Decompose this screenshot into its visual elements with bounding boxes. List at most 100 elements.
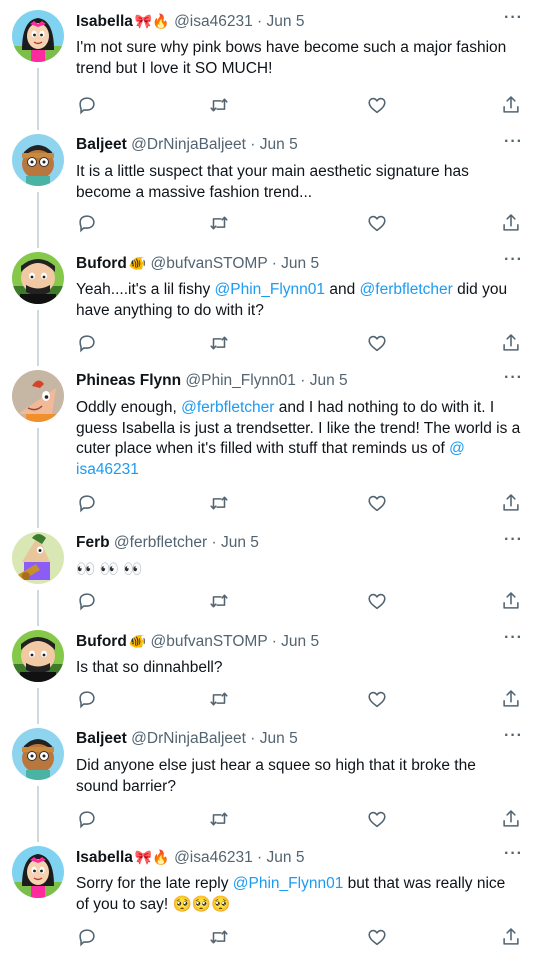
avatar[interactable] — [12, 846, 64, 898]
retweet-button[interactable] — [208, 94, 230, 116]
like-button[interactable] — [366, 926, 388, 948]
share-button[interactable] — [500, 94, 522, 116]
avatar[interactable] — [12, 370, 64, 422]
retweet-button[interactable] — [208, 492, 230, 514]
retweet-button[interactable] — [208, 332, 230, 354]
tweet[interactable]: Baljeet @DrNinjaBaljeet · Jun 5 ··· It is … — [0, 134, 537, 252]
like-button[interactable] — [366, 492, 388, 514]
reply-button[interactable] — [76, 808, 98, 830]
tweet[interactable]: Ferb @ferbfletcher · Jun 5 ··· 👀 👀 👀 — [0, 532, 537, 630]
tweet[interactable]: Phineas Flynn @Phin_Flynn01 · Jun 5 ··· Od… — [0, 370, 537, 532]
author-name[interactable]: Isabella — [76, 13, 133, 30]
text-segment: Oddly enough, — [76, 399, 182, 416]
tweet[interactable]: Isabella 🎀🔥 @isa46231 · Jun 5 ··· I'm not s… — [0, 10, 537, 134]
tweet-date[interactable]: Jun 5 — [281, 633, 319, 650]
author-name[interactable]: Buford — [76, 633, 127, 650]
author-handle[interactable]: @DrNinjaBaljeet — [131, 136, 246, 153]
share-button[interactable] — [500, 688, 522, 710]
more-options-icon[interactable]: ··· — [504, 728, 523, 744]
tweet[interactable]: Baljeet @DrNinjaBaljeet · Jun 5 ··· Did an… — [0, 728, 537, 846]
tweet-date[interactable]: Jun 5 — [310, 372, 348, 389]
author-handle[interactable]: @ferbfletcher — [114, 534, 207, 551]
retweet-icon — [208, 926, 230, 948]
reply-button[interactable] — [76, 212, 98, 234]
text-segment: Is that so dinnahbell? — [76, 659, 223, 676]
author-handle[interactable]: @bufvanSTOMP — [151, 633, 268, 650]
share-icon — [500, 212, 522, 234]
author-handle[interactable]: @bufvanSTOMP — [151, 255, 268, 272]
more-options-icon[interactable]: ··· — [504, 532, 523, 548]
author-handle[interactable]: @isa46231 — [174, 13, 253, 30]
more-options-icon[interactable]: ··· — [504, 252, 523, 268]
reply-button[interactable] — [76, 492, 98, 514]
share-button[interactable] — [500, 492, 522, 514]
tweet-date[interactable]: Jun 5 — [267, 849, 305, 866]
avatar[interactable] — [12, 10, 64, 62]
tweet-date[interactable]: Jun 5 — [221, 534, 259, 551]
reply-button[interactable] — [76, 94, 98, 116]
tweet-date[interactable]: Jun 5 — [281, 255, 319, 272]
author-name[interactable]: Buford — [76, 255, 127, 272]
reply-button[interactable] — [76, 590, 98, 612]
mention-link[interactable]: @ferbfletcher — [181, 399, 274, 416]
author-name[interactable]: Isabella — [76, 849, 133, 866]
tweet-text: Is that so dinnahbell? — [76, 658, 522, 679]
share-button[interactable] — [500, 926, 522, 948]
share-button[interactable] — [500, 212, 522, 234]
more-options-icon[interactable]: ··· — [504, 134, 523, 150]
avatar[interactable] — [12, 630, 64, 682]
retweet-button[interactable] — [208, 212, 230, 234]
author-handle[interactable]: @DrNinjaBaljeet — [131, 730, 246, 747]
mention-link[interactable]: @Phin_Flynn01 — [215, 281, 326, 298]
tweet[interactable]: Buford 🐠 @bufvanSTOMP · Jun 5 ··· Yeah....i… — [0, 252, 537, 370]
author-handle[interactable]: @Phin_Flynn01 — [185, 372, 296, 389]
more-options-icon[interactable]: ··· — [504, 846, 523, 862]
mention-link[interactable]: @Phin_Flynn01 — [233, 875, 344, 892]
thread-line — [37, 688, 39, 724]
share-button[interactable] — [500, 332, 522, 354]
author-name[interactable]: Phineas Flynn — [76, 372, 181, 389]
author-name[interactable]: Baljeet — [76, 730, 127, 747]
avatar[interactable] — [12, 252, 64, 304]
reply-button[interactable] — [76, 926, 98, 948]
more-options-icon[interactable]: ··· — [504, 630, 523, 646]
share-button[interactable] — [500, 590, 522, 612]
like-button[interactable] — [366, 808, 388, 830]
avatar[interactable] — [12, 728, 64, 780]
thread-line — [37, 428, 39, 528]
name-emoji: 🎀🔥 — [134, 849, 170, 865]
retweet-button[interactable] — [208, 808, 230, 830]
author-name[interactable]: Baljeet — [76, 136, 127, 153]
retweet-button[interactable] — [208, 590, 230, 612]
separator-dot: · — [271, 255, 277, 272]
avatar[interactable] — [12, 134, 64, 186]
tweet[interactable]: Buford 🐠 @bufvanSTOMP · Jun 5 ··· Is that s… — [0, 630, 537, 728]
like-button[interactable] — [366, 94, 388, 116]
avatar[interactable] — [12, 532, 64, 584]
author-handle[interactable]: @isa46231 — [174, 849, 253, 866]
tweet-text: 👀 👀 👀 — [76, 560, 522, 581]
reply-icon — [76, 808, 98, 830]
mention-link[interactable]: @ferbfletcher — [360, 281, 453, 298]
like-button[interactable] — [366, 590, 388, 612]
like-button[interactable] — [366, 688, 388, 710]
retweet-icon — [208, 688, 230, 710]
share-button[interactable] — [500, 808, 522, 830]
more-options-icon[interactable]: ··· — [504, 370, 523, 386]
tweet-header: Phineas Flynn @Phin_Flynn01 · Jun 5 — [76, 370, 525, 392]
tweet-text: Sorry for the late reply @Phin_Flynn01 b… — [76, 874, 522, 915]
tweet-date[interactable]: Jun 5 — [260, 136, 298, 153]
tweet[interactable]: Isabella 🎀🔥 @isa46231 · Jun 5 ··· Sorry for… — [0, 846, 537, 960]
author-name[interactable]: Ferb — [76, 534, 110, 551]
like-button[interactable] — [366, 212, 388, 234]
tweet-date[interactable]: Jun 5 — [267, 13, 305, 30]
retweet-button[interactable] — [208, 926, 230, 948]
thread-line — [37, 590, 39, 626]
tweet-date[interactable]: Jun 5 — [260, 730, 298, 747]
more-options-icon[interactable]: ··· — [504, 10, 523, 26]
reply-button[interactable] — [76, 688, 98, 710]
reply-button[interactable] — [76, 332, 98, 354]
retweet-button[interactable] — [208, 688, 230, 710]
like-icon — [366, 808, 388, 830]
like-button[interactable] — [366, 332, 388, 354]
